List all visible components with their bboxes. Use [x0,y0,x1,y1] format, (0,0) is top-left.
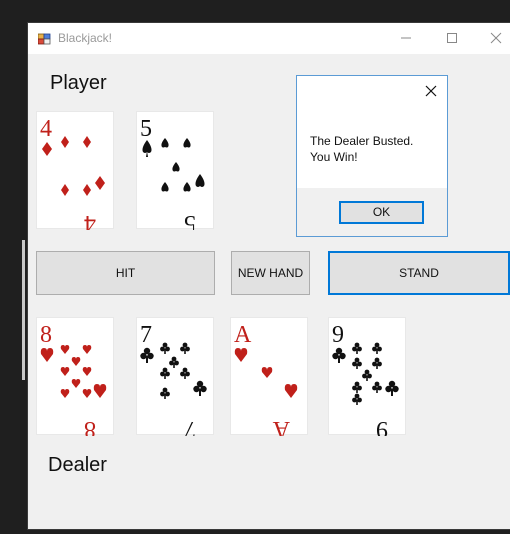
dialog-close-button[interactable] [423,83,439,99]
stand-button[interactable]: STAND [328,251,510,295]
app-icon [37,32,52,45]
five-of-spades-icon: 5 5 [140,116,205,230]
svg-text:9: 9 [376,416,388,436]
dealer-card-2: 7 7 [136,317,214,436]
player-card-2: 5 5 [136,111,214,230]
svg-text:9: 9 [332,322,344,348]
close-button[interactable] [484,27,508,49]
new-hand-button[interactable]: NEW HAND [231,251,310,295]
svg-text:A: A [272,416,290,436]
dealer-card-3: A A [230,317,308,436]
maximize-button[interactable] [440,27,464,49]
svg-text:5: 5 [140,116,152,142]
dialog-message: The Dealer Busted. You Win! [310,133,413,165]
dealer-card-4: 9 9 [328,317,406,436]
blackjack-window: Blackjack! Player 4 4 5 5 HIT NEW HAND S… [28,23,510,529]
window-edge-shadow [22,240,25,380]
ace-of-hearts-icon: A A [234,322,298,436]
svg-text:A: A [234,322,252,348]
ok-button[interactable]: OK [339,201,424,224]
dealer-label: Dealer [48,454,107,476]
player-label: Player [50,72,107,94]
nine-of-clubs-icon: 9 9 [332,322,399,436]
svg-text:4: 4 [84,210,96,230]
close-icon [490,32,502,44]
seven-of-clubs-icon: 7 7 [140,322,207,436]
maximize-icon [447,33,457,43]
minimize-icon [401,37,411,39]
dealer-card-1: 8 8 [36,317,114,436]
svg-text:8: 8 [84,416,96,436]
result-dialog: The Dealer Busted. You Win! OK [296,75,448,237]
svg-text:7: 7 [184,416,196,436]
svg-text:7: 7 [140,322,152,348]
four-of-diamonds-icon: 4 4 [40,116,105,230]
dialog-message-line2: You Win! [310,150,358,164]
minimize-button[interactable] [394,27,418,49]
eight-of-hearts-icon: 8 8 [40,322,107,436]
player-card-1: 4 4 [36,111,114,230]
svg-text:8: 8 [40,322,52,348]
dialog-message-line1: The Dealer Busted. [310,134,414,148]
svg-text:4: 4 [40,116,52,142]
svg-text:5: 5 [184,210,196,230]
hit-button[interactable]: HIT [36,251,215,295]
window-title: Blackjack! [58,31,113,45]
title-bar: Blackjack! [28,23,510,54]
close-icon [425,85,437,97]
